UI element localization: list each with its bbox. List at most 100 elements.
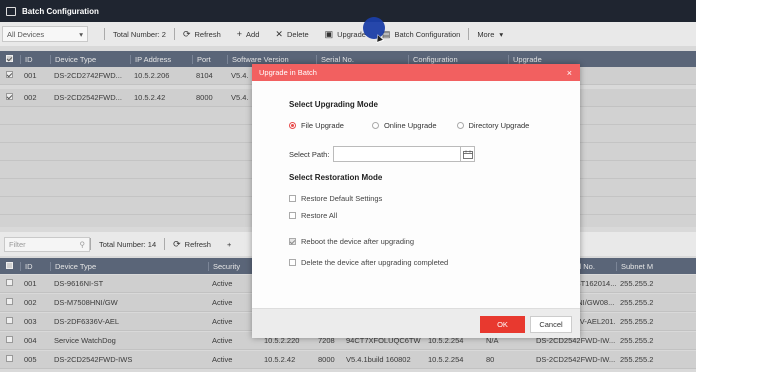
top-toolbar: All Devices ▾ Total Number: 2 ⟳ Refresh +… (0, 22, 696, 46)
header-ip-address[interactable]: IP Address (130, 54, 192, 64)
cell-subnet: 255.255.2 (620, 279, 654, 288)
row-checkbox[interactable] (0, 355, 20, 364)
window-icon (6, 6, 16, 16)
cell-device-type: DS-2CD2742FWD... (54, 71, 122, 80)
batch-configuration-button[interactable]: ▤ Batch Configuration (382, 29, 460, 40)
restore-all-checkbox[interactable]: Restore All (289, 211, 337, 220)
checkbox (6, 298, 13, 305)
dialog-title-bar: Upgrade in Batch × (252, 64, 580, 81)
device-group-value: All Devices (7, 29, 45, 39)
delete-button[interactable]: ✕ Delete (275, 29, 308, 40)
checkbox (6, 279, 13, 286)
checkbox-label: Restore Default Settings (301, 194, 383, 203)
radio-label: Online Upgrade (383, 121, 437, 130)
refresh-button[interactable]: ⟳ Refresh (183, 29, 221, 40)
header-id[interactable]: ID (20, 54, 50, 64)
more-menu-button[interactable]: More ▾ (477, 30, 503, 39)
select-all-checkbox[interactable] (0, 54, 20, 64)
checkbox (6, 93, 13, 100)
delete-after-upgrade-checkbox[interactable]: Delete the device after upgrading comple… (289, 258, 448, 267)
radio-label: Directory Upgrade (468, 121, 530, 130)
upgrading-mode-group: File Upgrade Online Upgrade Directory Up… (289, 121, 543, 130)
cell-id: 004 (24, 336, 37, 345)
refresh-icon: ⟳ (173, 238, 181, 249)
header-software-version[interactable]: Software Version (227, 54, 316, 64)
checkbox (289, 259, 296, 266)
cell-security: Active (212, 355, 233, 364)
upgrade-label: Upgrade (337, 29, 366, 39)
select-path-input[interactable] (333, 146, 462, 162)
refresh-label: Refresh (184, 239, 211, 249)
radio-selected-icon (289, 122, 296, 129)
cell-subnet: 255.255.2 (620, 355, 654, 364)
cell-port: 8000 (318, 355, 335, 364)
dialog-footer: OK Cancel (252, 308, 580, 338)
cell-serial: DS-2CD2542FWD-IW... (536, 355, 616, 364)
divider (104, 28, 105, 40)
header-device-type[interactable]: Device Type (50, 261, 208, 271)
checkbox-label: Reboot the device after upgrading (301, 237, 414, 246)
row-checkbox[interactable] (0, 336, 20, 345)
row-checkbox[interactable] (0, 71, 20, 80)
checkbox-label: Delete the device after upgrading comple… (301, 258, 449, 267)
total-count: Total Number: 2 (113, 30, 166, 39)
checkbox (6, 355, 13, 362)
dialog-title: Upgrade in Batch (259, 68, 317, 77)
header-device-type[interactable]: Device Type (50, 54, 130, 64)
reboot-after-upgrade-checkbox[interactable]: Reboot the device after upgrading (289, 237, 414, 246)
cell-id: 003 (24, 317, 37, 326)
header-id[interactable]: ID (20, 261, 50, 271)
cell-id: 001 (24, 279, 37, 288)
divider (468, 28, 470, 40)
restore-default-checkbox[interactable]: Restore Default Settings (289, 194, 382, 203)
cell-version: V5.4.1build 160802 (346, 355, 411, 364)
device-group-select[interactable]: All Devices ▾ (2, 26, 88, 42)
radio-online-upgrade[interactable]: Online Upgrade (371, 121, 437, 130)
row-checkbox[interactable] (0, 93, 20, 102)
add-label: Add (246, 29, 260, 39)
header-subnet-mask[interactable]: Subnet M (616, 261, 656, 271)
header-upgrade[interactable]: Upgrade (508, 54, 588, 64)
cell-id: 002 (24, 298, 37, 307)
cell-port: 8000 (196, 93, 213, 102)
refresh-icon: ⟳ (182, 28, 191, 39)
cancel-button[interactable]: Cancel (530, 316, 572, 333)
cell-port: 8104 (196, 71, 213, 80)
upgrade-icon: ▣ (324, 28, 334, 39)
divider (90, 238, 91, 250)
header-port[interactable]: Port (192, 54, 227, 64)
radio-label: File Upgrade (301, 121, 344, 130)
radio-directory-upgrade[interactable]: Directory Upgrade (456, 121, 530, 130)
row-checkbox[interactable] (0, 279, 20, 288)
search-icon: ⚲ (79, 239, 86, 249)
header-configuration[interactable]: Configuration (408, 54, 508, 64)
total-count-label: Total Number: 14 (99, 239, 157, 249)
cell-http-port: 80 (486, 355, 495, 364)
calendar-browse-icon[interactable] (461, 146, 476, 162)
checkbox (6, 71, 13, 78)
cell-subnet: 255.255.2 (620, 317, 654, 326)
restoration-mode-heading: Select Restoration Mode (289, 173, 383, 182)
upgrade-button[interactable]: ▣ Upgrade (325, 29, 366, 40)
close-icon[interactable]: × (567, 68, 572, 78)
filter-input[interactable]: Filter ⚲ (4, 236, 90, 252)
row-checkbox[interactable] (0, 298, 20, 307)
row-checkbox[interactable] (0, 317, 20, 326)
refresh-button[interactable]: ⟳ Refresh (173, 239, 211, 250)
checkbox (6, 336, 13, 343)
checkbox (289, 212, 296, 219)
delete-label: Delete (286, 29, 309, 39)
radio-file-upgrade[interactable]: File Upgrade (289, 121, 344, 130)
upgrading-mode-heading: Select Upgrading Mode (289, 100, 378, 109)
select-all-checkbox[interactable] (0, 261, 20, 271)
ok-button[interactable]: OK (480, 316, 525, 333)
add-label: + (226, 239, 232, 249)
cell-subnet: 255.255.2 (620, 336, 654, 345)
add-button[interactable]: + (227, 240, 231, 249)
add-button[interactable]: + Add (237, 29, 260, 39)
cell-device-type: DS-2DF6336V-AEL (54, 317, 120, 326)
cell-id: 002 (24, 93, 37, 102)
table-row[interactable]: 005 DS-2CD2542FWD-IWS Active 10.5.2.42 8000 V… (0, 351, 696, 369)
cell-id: 001 (24, 71, 37, 80)
header-serial-no[interactable]: Serial No. (316, 54, 408, 64)
